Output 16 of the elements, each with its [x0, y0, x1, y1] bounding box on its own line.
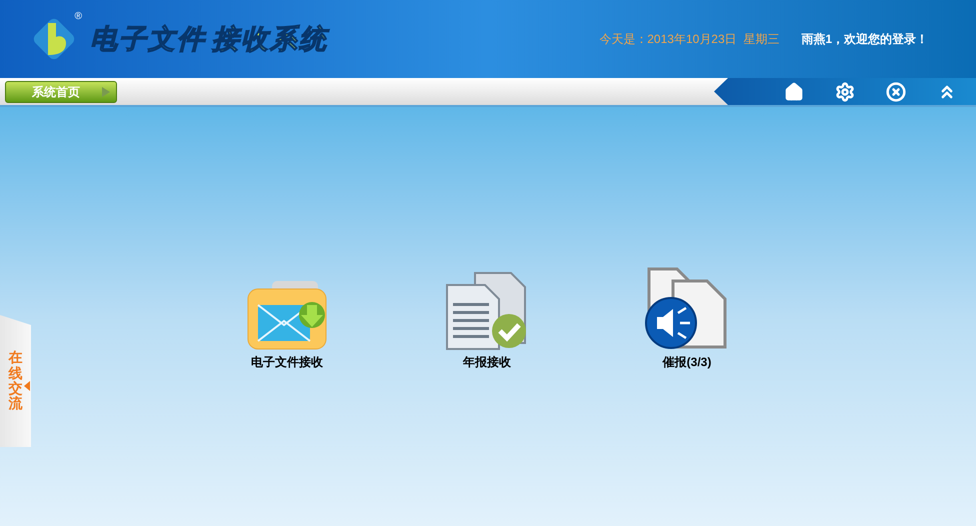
date-text: 今天是：2013年10月23日 星期三 — [599, 31, 780, 48]
system-title-highlight: 接收系统 — [212, 22, 328, 56]
system-title: 电子文件 — [90, 22, 206, 56]
welcome-text: 雨燕1，欢迎您的登录！ — [801, 31, 928, 48]
registered-mark: ® — [74, 10, 82, 24]
app-label[interactable]: 年报接收 — [463, 353, 511, 371]
folder-mail-icon[interactable] — [246, 279, 328, 351]
app-label[interactable]: 电子文件接收 — [251, 353, 323, 371]
caret-icon — [24, 381, 30, 391]
play-icon — [102, 86, 110, 96]
documents-speaker-icon[interactable] — [645, 267, 729, 351]
document-check-icon[interactable] — [445, 271, 529, 351]
settings-icon[interactable] — [835, 82, 855, 102]
close-icon[interactable] — [886, 82, 906, 102]
home-icon[interactable] — [784, 82, 804, 102]
app-label[interactable]: 催报(3/3) — [662, 353, 712, 371]
